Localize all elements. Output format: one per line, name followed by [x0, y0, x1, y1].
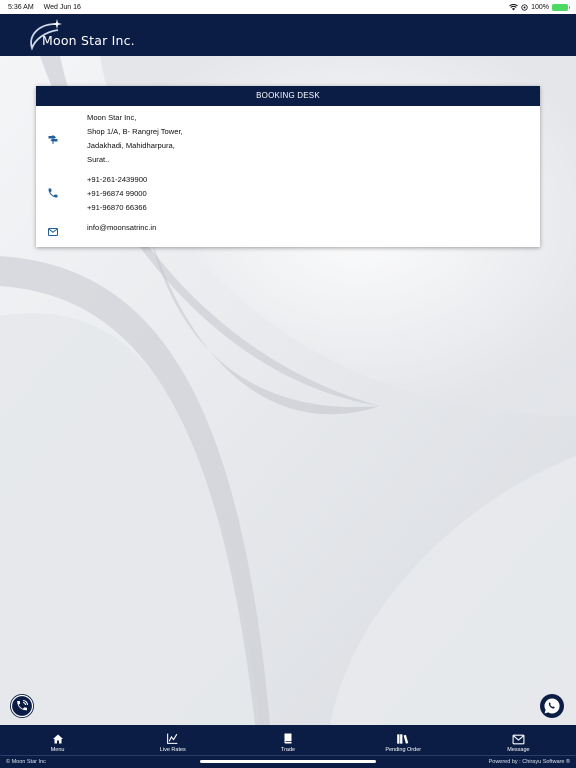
- booking-desk-card: BOOKING DESK Moon Star Inc, Shop 1/A, B-…: [36, 86, 540, 247]
- nav-item-live-rates[interactable]: Live Rates: [115, 725, 230, 755]
- status-time: 5:36 AM: [8, 3, 34, 11]
- nav-item-message[interactable]: Message: [461, 725, 576, 755]
- signpost-icon: [48, 135, 58, 144]
- status-right: 100%: [509, 3, 570, 11]
- status-bar: 5:36 AM Wed Jun 16 100%: [0, 0, 576, 14]
- location-icon: [521, 3, 528, 11]
- phone-number[interactable]: +91-96874 99000: [87, 187, 147, 201]
- company-logo: Moon Star Inc.: [26, 18, 166, 54]
- app-header: Moon Star Inc.: [0, 14, 576, 56]
- mail-icon: [48, 228, 58, 236]
- logo-text: Moon Star Inc.: [42, 33, 135, 48]
- email-address[interactable]: info@moonsatrinc.in: [87, 221, 156, 235]
- book-icon: [284, 733, 292, 744]
- nav-item-pending-order[interactable]: Pending Order: [346, 725, 461, 755]
- footer-powered-by[interactable]: Powered by : Chirayu Software ®: [489, 759, 570, 765]
- home-icon: [52, 734, 63, 744]
- nav-label: Live Rates: [159, 747, 186, 753]
- whatsapp-button[interactable]: [540, 694, 564, 718]
- home-indicator[interactable]: [200, 760, 376, 763]
- address-lines: Moon Star Inc, Shop 1/A, B- Rangrej Towe…: [87, 111, 183, 167]
- phone-lines: +91-261-2439900 +91-96874 99000 +91-9687…: [87, 173, 147, 215]
- wifi-icon: [509, 3, 518, 10]
- nav-label: Pending Order: [385, 747, 422, 753]
- envelope-icon: [512, 734, 525, 745]
- battery-percent: 100%: [531, 3, 549, 11]
- call-button[interactable]: [10, 694, 34, 718]
- nav-item-menu[interactable]: Menu: [0, 725, 115, 755]
- bottom-nav: Menu Live Rates Trade Pending Order Mess…: [0, 725, 576, 755]
- footer-copyright: © Moon Star Inc: [6, 759, 46, 765]
- nav-label: Trade: [280, 747, 296, 753]
- phone-icon: [48, 188, 58, 198]
- books-icon: [397, 734, 409, 744]
- address-line: Shop 1/A, B- Rangrej Tower,: [87, 127, 183, 136]
- battery-icon: [552, 3, 570, 11]
- nav-label: Message: [507, 747, 530, 753]
- email-lines: info@moonsatrinc.in: [87, 221, 156, 235]
- whatsapp-icon: [544, 698, 560, 714]
- status-left: 5:36 AM Wed Jun 16: [8, 4, 89, 11]
- phone-ring-icon: [10, 694, 34, 718]
- phone-number[interactable]: +91-261-2439900: [87, 173, 147, 187]
- address-line: Surat..: [87, 155, 110, 164]
- address-line: Jadakhadi, Mahidharpura,: [87, 141, 175, 150]
- status-date: Wed Jun 16: [43, 3, 81, 11]
- booking-desk-title: BOOKING DESK: [36, 86, 540, 106]
- chart-icon: [167, 733, 178, 744]
- address-line: Moon Star Inc,: [87, 113, 137, 122]
- nav-label: Menu: [50, 747, 65, 753]
- phone-number[interactable]: +91-96870 66366: [87, 201, 147, 215]
- nav-item-trade[interactable]: Trade: [230, 725, 345, 755]
